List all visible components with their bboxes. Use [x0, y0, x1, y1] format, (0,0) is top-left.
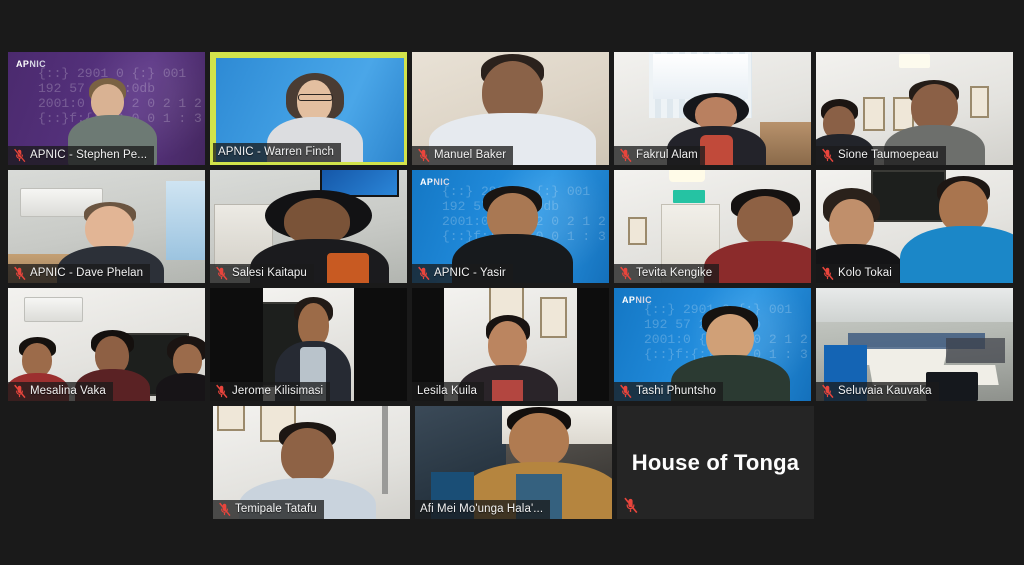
participant-name-label: APNIC - Warren Finch: [213, 143, 341, 162]
microphone-muted-icon: [216, 266, 228, 281]
picture-frame-prop: [216, 406, 245, 431]
participant-name: Fakrul Alam: [636, 149, 698, 161]
meeting-gallery-view: {::} 2901 0 {:} 001 192 57 2001:0db 2001…: [0, 0, 1024, 565]
participant-tile-afi-mei-mounga-hala[interactable]: Afi Mei Mo'unga Hala'...: [415, 406, 612, 519]
cable-prop: [382, 406, 389, 495]
camera-off-placeholder: House of Tonga: [617, 406, 814, 519]
participant-tile-mesalina-vaka[interactable]: Mesalina Vaka: [8, 288, 205, 401]
ceiling-prop: [816, 288, 1013, 322]
participant-tile-fakrul-alam[interactable]: Fakrul Alam: [614, 52, 811, 165]
participant-tile-dave-phelan[interactable]: APNIC - Dave Phelan: [8, 170, 205, 283]
person-silhouette: [704, 188, 811, 283]
participant-name: Tashi Phuntsho: [636, 385, 717, 397]
participant-name: APNIC - Yasir: [434, 267, 506, 279]
microphone-muted-icon: [822, 148, 834, 163]
air-conditioner-prop: [23, 297, 83, 322]
participant-name: Mesalina Vaka: [30, 385, 106, 397]
apnic-logo: APNIC: [420, 177, 451, 187]
participant-tile-sione-taumoepeau[interactable]: Sione Taumoepeau: [816, 52, 1013, 165]
microphone-muted-icon: [14, 384, 26, 399]
microphone-muted-icon: [14, 266, 26, 281]
ceiling-light-prop: [898, 54, 931, 68]
participant-grid: {::} 2901 0 {:} 001 192 57 2001:0db 2001…: [8, 52, 1016, 519]
participant-name-label: APNIC - Dave Phelan: [8, 264, 151, 283]
participant-tile-seluvaia-kauvaka[interactable]: Seluvaia Kauvaka: [816, 288, 1013, 401]
participant-name: APNIC - Stephen Pe...: [30, 149, 148, 161]
participant-tile-salesi-kaitapu[interactable]: Salesi Kaitapu: [210, 170, 407, 283]
participant-name: Lesila Kuila: [417, 385, 478, 397]
participant-tile-temipale-tatafu[interactable]: Temipale Tatafu: [213, 406, 410, 519]
microphone-muted-icon: [14, 148, 26, 163]
participant-name-label: Tashi Phuntsho: [614, 382, 724, 401]
participant-name-label: APNIC - Yasir: [412, 264, 513, 283]
participant-name: Salesi Kaitapu: [232, 267, 307, 279]
participant-name-label: Lesila Kuila: [412, 382, 485, 401]
participant-tile-tevita-kengike[interactable]: Tevita Kengike: [614, 170, 811, 283]
window-prop: [165, 181, 205, 261]
microphone-muted-icon: [620, 148, 632, 163]
participant-tile-house-of-tonga[interactable]: House of Tonga: [617, 406, 814, 519]
participant-name: Seluvaia Kauvaka: [838, 385, 932, 397]
participant-name: Manuel Baker: [434, 149, 507, 161]
seated-attendees-prop: [946, 337, 1006, 363]
ceiling-light-prop: [669, 170, 705, 183]
participant-tile-kolo-tokai[interactable]: Kolo Tokai: [816, 170, 1013, 283]
microphone-muted-icon: [418, 148, 430, 163]
participant-name-label: Sione Taumoepeau: [816, 146, 946, 165]
participant-name-label: Seluvaia Kauvaka: [816, 382, 939, 401]
microphone-muted-icon: [822, 266, 834, 281]
apnic-logo: APNIC: [622, 295, 653, 305]
participant-name-label: Mesalina Vaka: [8, 382, 113, 401]
participant-tile-jerome-kilisimasi[interactable]: Jerome Kilisimasi: [210, 288, 407, 401]
picture-frame-prop: [627, 217, 648, 245]
participant-tile-lesila-kuila[interactable]: Lesila Kuila: [412, 288, 609, 401]
participant-name-label: Temipale Tatafu: [213, 500, 324, 519]
microphone-muted-icon: [418, 266, 430, 281]
participant-tile-manuel-baker[interactable]: Manuel Baker: [412, 52, 609, 165]
participant-name-label: Fakrul Alam: [614, 146, 705, 165]
participant-name-label: APNIC - Stephen Pe...: [8, 146, 155, 165]
participant-name: Tevita Kengike: [636, 267, 713, 279]
furniture-prop: [759, 122, 811, 165]
microphone-muted-icon: [620, 384, 632, 399]
microphone-muted-icon: [219, 502, 231, 517]
participant-name-label: Afi Mei Mo'unga Hala'...: [415, 500, 551, 519]
participant-tile-warren-finch[interactable]: APNIC - Warren Finch: [210, 52, 407, 165]
participant-name: Afi Mei Mo'unga Hala'...: [420, 503, 544, 515]
grid-row-2: APNIC - Dave Phelan Salesi Kaitapu {::} …: [8, 170, 1016, 283]
person-silhouette: [155, 336, 205, 401]
participant-tile-stephen-pe[interactable]: {::} 2901 0 {:} 001 192 57 2001:0db 2001…: [8, 52, 205, 165]
microphone-muted-icon: [620, 266, 632, 281]
participant-name: APNIC - Dave Phelan: [30, 267, 144, 279]
participant-display-name: House of Tonga: [631, 449, 800, 475]
participant-name: Jerome Kilisimasi: [232, 385, 324, 397]
grid-row-4: Temipale Tatafu Afi Mei Mo'unga Hala'...…: [8, 406, 1016, 519]
participant-name: APNIC - Warren Finch: [218, 146, 334, 158]
participant-name: Temipale Tatafu: [235, 503, 317, 515]
grid-row-3: Mesalina Vaka Jerome Kilisimasi Lesila K…: [8, 288, 1016, 401]
grid-row-1: {::} 2901 0 {:} 001 192 57 2001:0db 2001…: [8, 52, 1016, 165]
participant-name: Kolo Tokai: [838, 267, 892, 279]
participant-name-label: Tevita Kengike: [614, 264, 720, 283]
participant-name-label: Salesi Kaitapu: [210, 264, 314, 283]
picture-frame-prop: [539, 297, 567, 338]
participant-name: Sione Taumoepeau: [838, 149, 939, 161]
person-silhouette: [900, 175, 1013, 283]
participant-tile-tashi-phuntsho[interactable]: {::} 2901 0 {:} 001 192 57 2001:0db 2001…: [614, 288, 811, 401]
microphone-muted-icon: [822, 384, 834, 399]
participant-name-label: Kolo Tokai: [816, 264, 899, 283]
exit-sign-prop: [673, 190, 705, 203]
microphone-muted-icon: [624, 497, 638, 514]
participant-name-label: Jerome Kilisimasi: [210, 382, 331, 401]
apnic-logo: APNIC: [16, 59, 47, 69]
participant-tile-apnic-yasir[interactable]: {::} 2901 0 {:} 001 192 57 2001:0db 2001…: [412, 170, 609, 283]
microphone-muted-icon: [216, 384, 228, 399]
participant-name-label: Manuel Baker: [412, 146, 514, 165]
